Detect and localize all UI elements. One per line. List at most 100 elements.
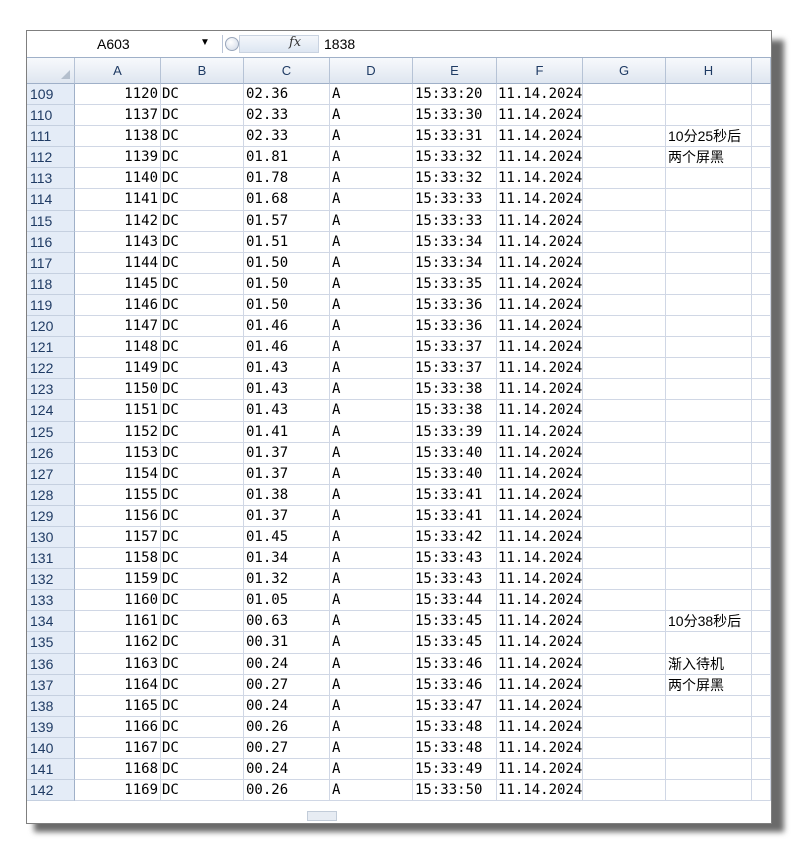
cell-f[interactable]: 11.14.2024 (497, 484, 583, 506)
column-header-f[interactable]: F (497, 58, 583, 84)
cell-g[interactable] (583, 358, 666, 380)
row-header[interactable]: 137 (27, 674, 75, 696)
cell-f[interactable]: 11.14.2024 (497, 716, 583, 738)
cell-g[interactable] (583, 421, 666, 443)
row-header[interactable]: 133 (27, 590, 75, 612)
cell-f[interactable]: 11.14.2024 (497, 84, 583, 106)
cell-f[interactable]: 11.14.2024 (497, 569, 583, 591)
cell-h[interactable] (666, 379, 752, 401)
cell-a[interactable]: 1162 (75, 632, 161, 654)
cell-b[interactable]: DC (161, 548, 244, 570)
cell-i[interactable] (752, 590, 771, 612)
cell-b[interactable]: DC (161, 442, 244, 464)
cell-f[interactable]: 11.14.2024 (497, 611, 583, 633)
cell-f[interactable]: 11.14.2024 (497, 210, 583, 232)
cell-h[interactable] (666, 337, 752, 359)
cell-a[interactable]: 1141 (75, 189, 161, 211)
cell-f[interactable]: 11.14.2024 (497, 653, 583, 675)
row-header[interactable]: 112 (27, 147, 75, 169)
cell-d[interactable]: A (330, 590, 413, 612)
name-box-dropdown-icon[interactable]: ▼ (200, 37, 210, 48)
cell-b[interactable]: DC (161, 147, 244, 169)
cell-i[interactable] (752, 653, 771, 675)
select-all-button[interactable] (27, 58, 75, 84)
cell-c[interactable]: 01.81 (244, 147, 330, 169)
cell-h[interactable] (666, 168, 752, 190)
cell-f[interactable]: 11.14.2024 (497, 273, 583, 295)
cell-e[interactable]: 15:33:37 (413, 358, 497, 380)
cell-e[interactable]: 15:33:34 (413, 231, 497, 253)
cell-h[interactable] (666, 716, 752, 738)
cell-e[interactable]: 15:33:36 (413, 316, 497, 338)
cell-e[interactable]: 15:33:36 (413, 294, 497, 317)
cell-b[interactable]: DC (161, 105, 244, 127)
cell-h[interactable] (666, 484, 752, 506)
cell-e[interactable]: 15:33:31 (413, 126, 497, 148)
cell-f[interactable]: 11.14.2024 (497, 548, 583, 570)
row-header[interactable]: 127 (27, 463, 75, 485)
cell-f[interactable]: 11.14.2024 (497, 590, 583, 612)
name-box[interactable]: A603 (35, 36, 217, 53)
cell-c[interactable]: 01.46 (244, 316, 330, 338)
row-header[interactable]: 114 (27, 189, 75, 211)
cell-a[interactable]: 1153 (75, 442, 161, 464)
cell-d[interactable]: A (330, 442, 413, 464)
cell-e[interactable]: 15:33:43 (413, 548, 497, 570)
cell-g[interactable] (583, 337, 666, 359)
row-header[interactable]: 113 (27, 168, 75, 190)
row-header[interactable]: 121 (27, 337, 75, 359)
cell-e[interactable]: 15:33:48 (413, 737, 497, 759)
cell-g[interactable] (583, 147, 666, 169)
cell-c[interactable]: 01.05 (244, 590, 330, 612)
cell-i[interactable] (752, 632, 771, 654)
cell-c[interactable]: 01.32 (244, 569, 330, 591)
cell-b[interactable]: DC (161, 569, 244, 591)
column-header-i[interactable] (752, 58, 771, 84)
cell-b[interactable]: DC (161, 590, 244, 612)
cell-a[interactable]: 1156 (75, 505, 161, 527)
cell-f[interactable]: 11.14.2024 (497, 442, 583, 464)
cell-i[interactable] (752, 463, 771, 485)
cell-e[interactable]: 15:33:44 (413, 590, 497, 612)
cell-g[interactable] (583, 716, 666, 738)
cell-d[interactable]: A (330, 147, 413, 169)
cell-d[interactable]: A (330, 569, 413, 591)
cell-f[interactable]: 11.14.2024 (497, 231, 583, 253)
cell-i[interactable] (752, 442, 771, 464)
cell-g[interactable] (583, 105, 666, 127)
row-header[interactable]: 125 (27, 421, 75, 443)
cell-c[interactable]: 02.36 (244, 84, 330, 106)
cell-h[interactable] (666, 273, 752, 295)
cell-a[interactable]: 1167 (75, 737, 161, 759)
cell-h[interactable] (666, 526, 752, 549)
cell-a[interactable]: 1146 (75, 294, 161, 317)
cell-h[interactable] (666, 252, 752, 274)
cell-h[interactable]: 两个屏黑 (666, 147, 752, 169)
cell-i[interactable] (752, 695, 771, 717)
cell-b[interactable]: DC (161, 632, 244, 654)
cell-e[interactable]: 15:33:34 (413, 252, 497, 274)
cell-d[interactable]: A (330, 526, 413, 549)
cell-c[interactable]: 01.68 (244, 189, 330, 211)
cell-b[interactable]: DC (161, 189, 244, 211)
cell-h[interactable] (666, 105, 752, 127)
cell-a[interactable]: 1142 (75, 210, 161, 232)
cell-a[interactable]: 1152 (75, 421, 161, 443)
cell-i[interactable] (752, 231, 771, 253)
horizontal-scrollbar[interactable] (27, 809, 771, 823)
cell-d[interactable]: A (330, 316, 413, 338)
row-header[interactable]: 142 (27, 780, 75, 802)
cell-f[interactable]: 11.14.2024 (497, 463, 583, 485)
cell-g[interactable] (583, 189, 666, 211)
cell-c[interactable]: 01.45 (244, 526, 330, 549)
row-header[interactable]: 118 (27, 273, 75, 295)
cell-b[interactable]: DC (161, 611, 244, 633)
cell-i[interactable] (752, 84, 771, 106)
cell-e[interactable]: 15:33:43 (413, 569, 497, 591)
cell-c[interactable]: 00.24 (244, 759, 330, 781)
row-header[interactable]: 135 (27, 632, 75, 654)
cell-a[interactable]: 1168 (75, 759, 161, 781)
cell-c[interactable]: 01.43 (244, 358, 330, 380)
cell-e[interactable]: 15:33:40 (413, 463, 497, 485)
row-header[interactable]: 109 (27, 84, 75, 106)
